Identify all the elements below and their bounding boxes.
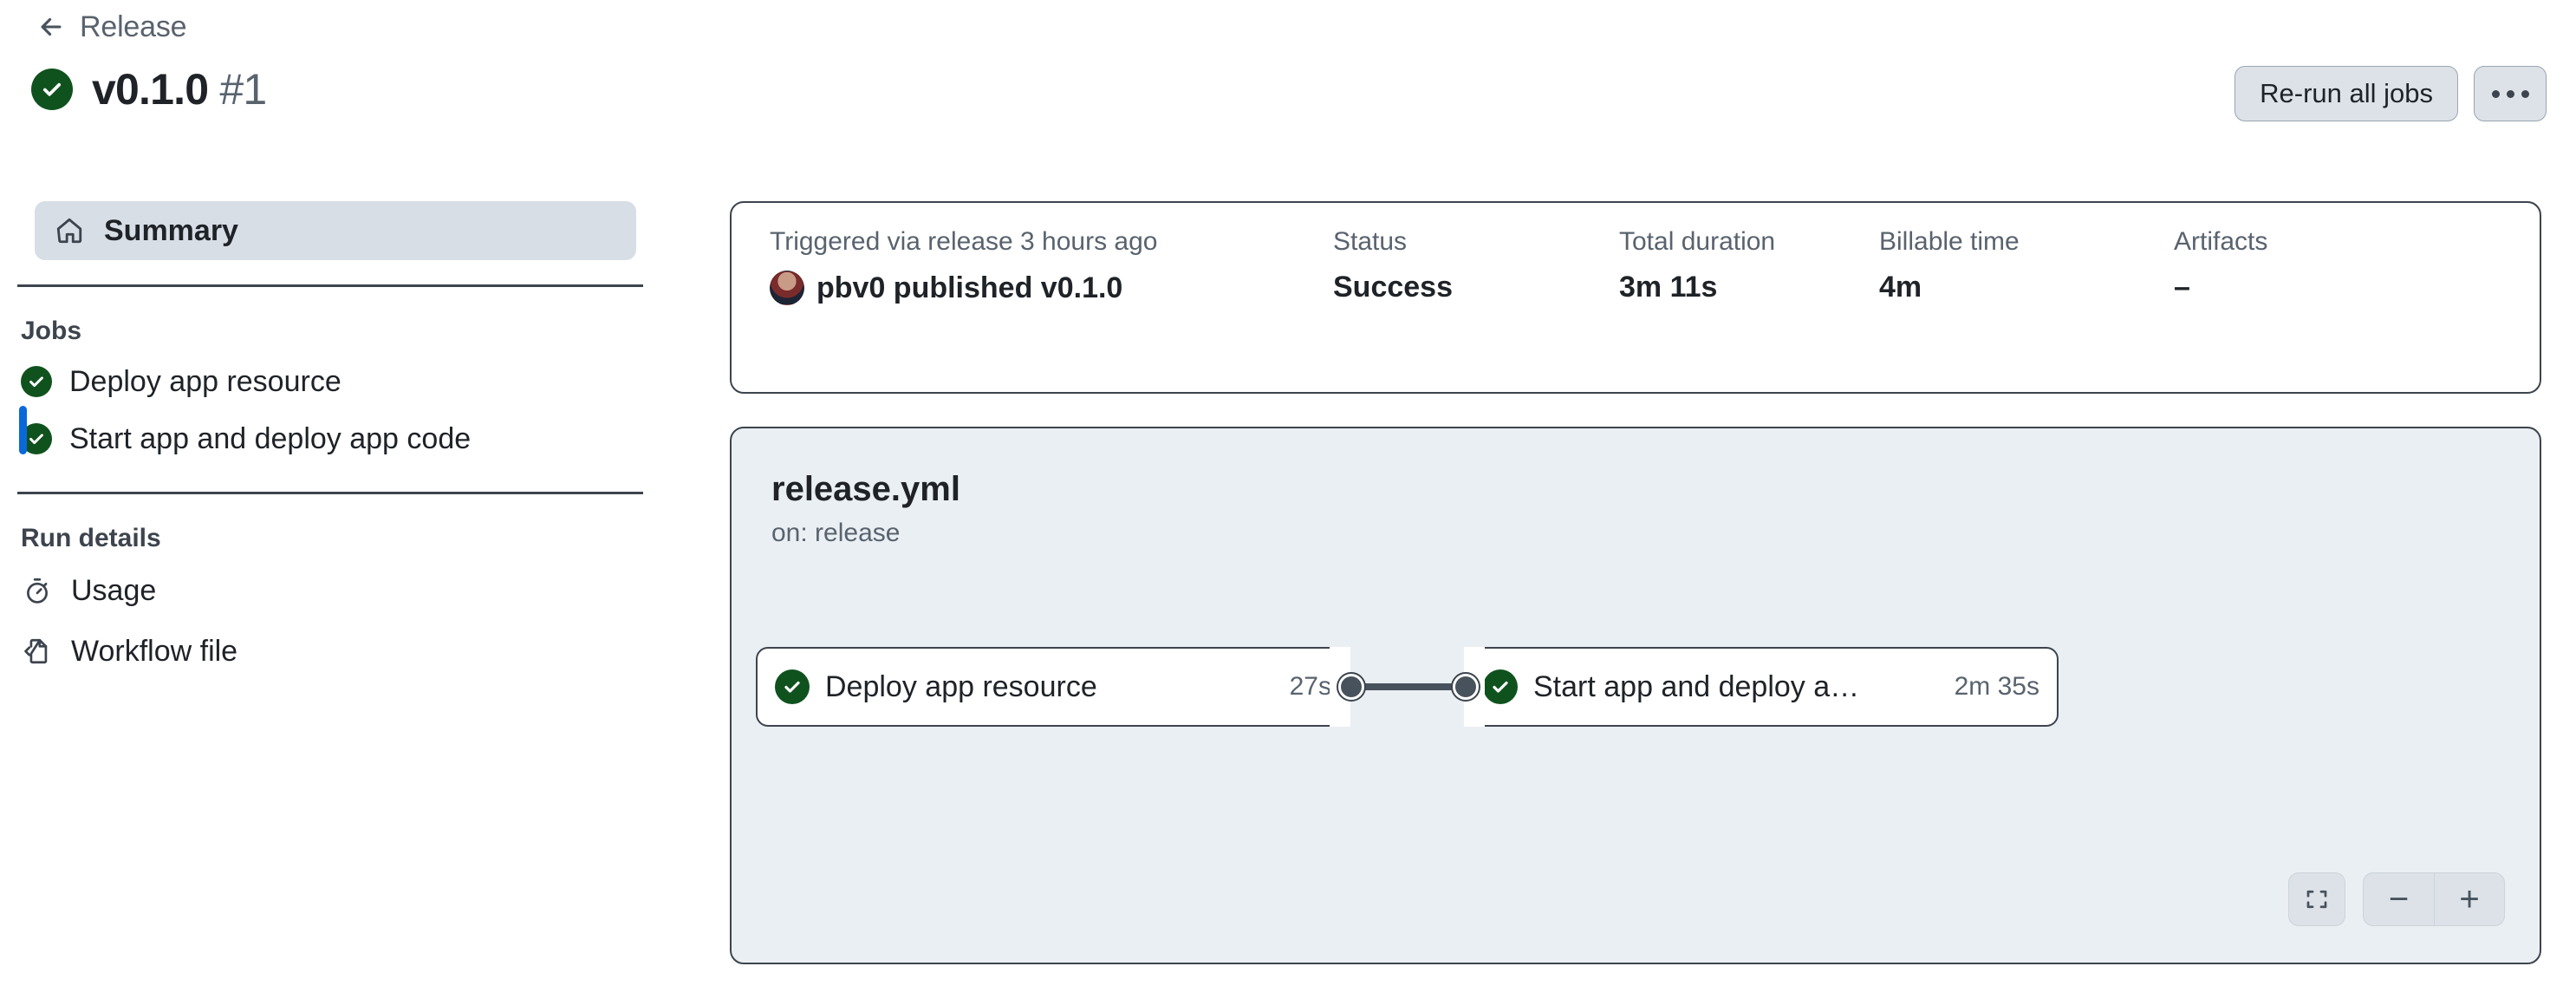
trigger-value-text: pbv0 published v0.1.0	[816, 271, 1123, 304]
run-summary-grid: Triggered via release 3 hours ago pbv0 p…	[770, 227, 2505, 305]
graph-edge	[1349, 683, 1467, 690]
run-details-section-label: Run details	[21, 524, 161, 552]
status-label: Status	[1333, 227, 1408, 256]
trigger-value: pbv0 published v0.1.0	[770, 271, 1333, 305]
node-input-connector[interactable]	[1455, 676, 1476, 697]
jobs-section-label: Jobs	[21, 317, 82, 345]
selected-nav-indicator	[19, 406, 27, 454]
billable-label: Billable time	[1879, 227, 2020, 256]
graph-node-duration: 2m 35s	[1954, 672, 2039, 701]
sidebar: Summary Jobs Deploy app resource Start a…	[0, 201, 667, 682]
run-title-row: v0.1.0 #1	[31, 65, 267, 114]
breadcrumb[interactable]: Release	[36, 10, 187, 43]
kebab-horizontal-icon	[2521, 89, 2529, 98]
more-options-button[interactable]	[2474, 66, 2547, 121]
graph-node-start-app-and-deploy-app-code[interactable]: Start app and deploy a… 2m 35s	[1464, 647, 2059, 727]
workflow-trigger-subtitle: on: release	[771, 519, 901, 547]
status-column: Status Success	[1333, 227, 1619, 305]
success-check-icon	[1483, 669, 1518, 704]
file-code-icon	[21, 635, 54, 668]
graph-node-deploy-app-resource[interactable]: Deploy app resource 27s	[756, 647, 1350, 727]
main-content: Triggered via release 3 hours ago pbv0 p…	[730, 201, 2541, 964]
billable-column: Billable time 4m	[1879, 227, 2174, 305]
success-check-icon	[31, 69, 73, 110]
header-actions: Re-run all jobs	[2234, 66, 2547, 121]
stopwatch-icon	[21, 574, 54, 607]
sidebar-item-summary[interactable]: Summary	[35, 201, 636, 260]
workflow-graph-card: release.yml on: release Deploy app resou…	[730, 427, 2541, 964]
run-title-text: v0.1.0	[92, 65, 209, 114]
run-number: #1	[219, 65, 267, 114]
artifacts-value: –	[2174, 271, 2190, 304]
fit-to-screen-icon[interactable]	[2288, 872, 2345, 926]
run-detail-label: Usage	[71, 573, 157, 607]
duration-column: Total duration 3m 11s	[1619, 227, 1879, 305]
graph-controls: − +	[2288, 872, 2505, 926]
duration-value: 3m 11s	[1619, 271, 1718, 304]
graph-node-duration: 27s	[1289, 672, 1331, 701]
run-detail-label: Workflow file	[71, 634, 238, 668]
trigger-column: Triggered via release 3 hours ago pbv0 p…	[770, 227, 1333, 305]
sidebar-item-label: Summary	[104, 213, 238, 247]
sidebar-item-job-start-app-and-deploy-app-code[interactable]: Start app and deploy app code	[0, 410, 667, 467]
rerun-all-jobs-button[interactable]: Re-run all jobs	[2234, 66, 2458, 121]
zoom-in-button[interactable]: +	[2434, 872, 2505, 926]
trigger-label: Triggered via release 3 hours ago	[770, 227, 1158, 256]
zoom-control-group: − +	[2363, 872, 2505, 926]
run-summary-card: Triggered via release 3 hours ago pbv0 p…	[730, 201, 2541, 394]
job-label: Start app and deploy app code	[69, 421, 472, 455]
sidebar-item-workflow-file[interactable]: Workflow file	[0, 621, 667, 682]
zoom-out-button[interactable]: −	[2363, 872, 2434, 926]
status-value: Success	[1333, 271, 1453, 304]
duration-label: Total duration	[1619, 227, 1776, 256]
billable-value: 4m	[1879, 271, 1922, 304]
workflow-file-title: release.yml	[771, 470, 960, 508]
artifacts-label: Artifacts	[2174, 227, 2268, 256]
node-output-connector[interactable]	[1341, 676, 1362, 697]
graph-node-label: Deploy app resource	[825, 669, 1097, 703]
sidebar-item-job-deploy-app-resource[interactable]: Deploy app resource	[0, 353, 667, 410]
sidebar-item-usage[interactable]: Usage	[0, 560, 667, 621]
avatar	[770, 271, 804, 305]
graph-node-label: Start app and deploy a…	[1533, 669, 1860, 703]
success-check-icon	[775, 669, 810, 704]
kebab-horizontal-icon	[2491, 89, 2500, 98]
arrow-left-icon[interactable]	[36, 12, 66, 42]
home-icon	[54, 215, 85, 246]
artifacts-column: Artifacts –	[2174, 227, 2267, 305]
breadcrumb-label: Release	[80, 10, 187, 43]
sidebar-divider-2	[17, 492, 643, 494]
job-label: Deploy app resource	[69, 364, 342, 398]
success-check-icon	[21, 366, 52, 397]
page-title: v0.1.0 #1	[92, 65, 267, 114]
page-header: Release v0.1.0 #1 Re-run all jobs	[0, 0, 2576, 180]
sidebar-divider-1	[17, 284, 643, 287]
kebab-horizontal-icon	[2506, 89, 2514, 98]
